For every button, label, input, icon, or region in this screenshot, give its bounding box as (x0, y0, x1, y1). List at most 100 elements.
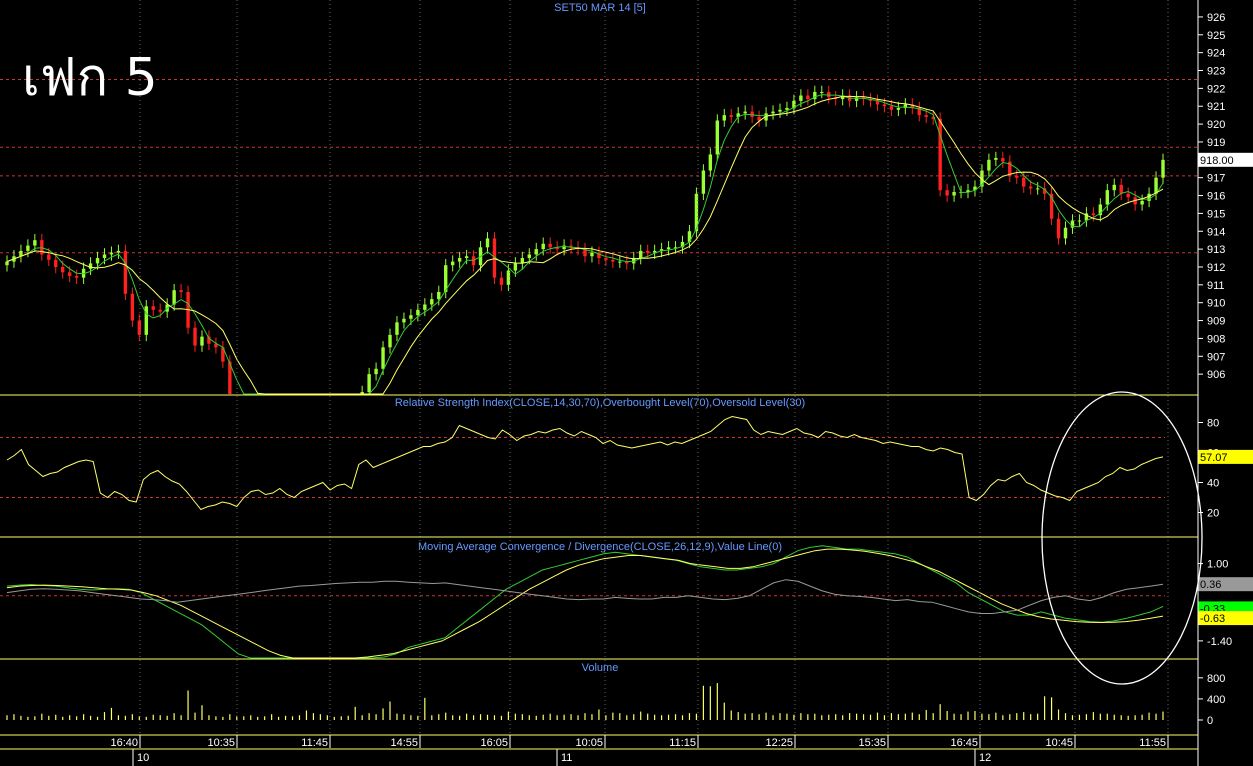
price-y-tick-label: 921 (1207, 101, 1225, 113)
price-panel[interactable]: SET50 MAR 14 [5] 926 925 924 923 922 921 920 919… (0, 2, 1253, 395)
rsi-panel[interactable]: Relative Strength Index(CLOSE,14,30,70),… (0, 397, 1253, 520)
candle-body (423, 304, 427, 310)
candle-body (604, 258, 608, 260)
time-axis: 16:40 10:35 11:45 14:55 16:05 10:05 11:15 12:25… (0, 0, 1199, 766)
candle-body (722, 115, 726, 121)
candle-body (54, 259, 58, 267)
candle-body (534, 249, 538, 255)
candle-body (388, 334, 392, 348)
candle-body (109, 252, 114, 255)
candle-body (548, 243, 552, 248)
candle-body (450, 261, 455, 266)
price-y-tick-label: 906 (1207, 369, 1225, 381)
price-y-tick-label: 908 (1207, 333, 1225, 345)
price-y-tick-label: 914 (1207, 226, 1225, 238)
date-tick-label: 10 (137, 752, 149, 764)
candle-body (374, 368, 378, 375)
candle-body (367, 374, 371, 392)
candle-body (395, 322, 399, 335)
signal-line-tag: -0.63 (1200, 613, 1225, 625)
candle-body (457, 258, 462, 262)
x-tick-label: 10:35 (207, 737, 235, 749)
macd-y-tick-label: 1.00 (1207, 559, 1228, 571)
candle-body (130, 293, 135, 321)
candle-body (123, 250, 128, 294)
candle-body (499, 277, 504, 285)
candle-body (1001, 158, 1005, 162)
price-y-tick-label: 920 (1207, 119, 1225, 131)
candle-body (527, 254, 531, 259)
candle-body (618, 261, 622, 263)
candle-body (715, 120, 720, 155)
candle-body (1035, 188, 1040, 190)
volume-title: Volume (582, 662, 619, 674)
candle-body (590, 252, 594, 257)
candle-body (416, 309, 420, 316)
candle-body (882, 104, 887, 107)
price-y-tick-label: 909 (1207, 316, 1225, 328)
candle-body (172, 290, 176, 305)
volume-panel[interactable]: Volume 800 400 0 (6, 662, 1225, 727)
candle-body (1091, 213, 1096, 216)
candle-body (639, 250, 643, 259)
candle-body (896, 108, 901, 110)
candle-body (708, 154, 713, 171)
price-y-tick-label: 912 (1207, 262, 1225, 274)
candle-body (1056, 218, 1061, 239)
rsi-line (6, 415, 1164, 511)
price-y-tick-label: 915 (1207, 208, 1225, 220)
price-y-tick-label: 919 (1207, 137, 1225, 149)
candle-body (116, 250, 121, 253)
price-y-tick-label: 917 (1207, 173, 1225, 185)
price-last-tag: 918.00 (1200, 155, 1234, 167)
rsi-y-tick-label: 80 (1207, 418, 1219, 430)
volume-y-tick-label: 0 (1207, 715, 1213, 727)
price-y-tick-label: 911 (1207, 280, 1225, 292)
candle-body (102, 254, 107, 259)
volume-y-tick-label: 400 (1207, 694, 1225, 706)
candle-body (409, 315, 413, 319)
annotation-overlay (1041, 391, 1203, 685)
candle-body (924, 115, 928, 117)
rsi-y-tick-label: 40 (1207, 478, 1219, 490)
price-y-tick-label: 923 (1207, 66, 1225, 78)
handwritten-label: เฟก 5 (22, 48, 158, 108)
macd-value-tag: 0.36 (1200, 579, 1221, 591)
price-y-tick-label: 910 (1207, 298, 1225, 310)
candle-body (806, 95, 810, 100)
volume-y-tick-label: 800 (1207, 673, 1225, 685)
candle-body (1022, 177, 1026, 187)
candle-body (137, 320, 142, 335)
price-y-tick-label: 922 (1207, 83, 1225, 95)
x-tick-label: 11:55 (1139, 737, 1166, 749)
candle-body (437, 291, 441, 300)
candle-body (381, 347, 385, 369)
price-title: SET50 MAR 14 [5] (554, 2, 646, 14)
candle-body (987, 159, 991, 171)
candle-body (701, 170, 706, 194)
x-tick-label: 16:05 (480, 737, 508, 749)
candle-body (430, 299, 434, 305)
candle-body (26, 245, 30, 251)
candle-body (402, 318, 406, 323)
candle-body (200, 336, 204, 346)
candle-body (1119, 184, 1123, 194)
candle-body (1105, 190, 1109, 205)
candle-body (61, 266, 65, 273)
candle-body (5, 261, 9, 266)
x-tick-label: 12:25 (765, 737, 793, 749)
x-tick-label: 16:45 (950, 737, 978, 749)
x-tick-label: 15:35 (858, 737, 886, 749)
candle-body (1028, 186, 1033, 189)
candle-body (666, 247, 671, 250)
chart-window: SET50 MAR 14 [5] 926 925 924 923 922 921 920 919… (0, 0, 1253, 766)
annotation-ellipse (1041, 391, 1203, 685)
candle-body (771, 111, 775, 114)
x-tick-label: 11:15 (669, 737, 696, 749)
price-y-tick-label: 926 (1207, 12, 1225, 24)
candle-body (67, 272, 72, 276)
candle-body (945, 190, 949, 196)
macd-title: Moving Average Convergence / Divergence(… (418, 541, 782, 553)
candle-body (1161, 159, 1165, 178)
date-tick-label: 11 (561, 752, 572, 764)
